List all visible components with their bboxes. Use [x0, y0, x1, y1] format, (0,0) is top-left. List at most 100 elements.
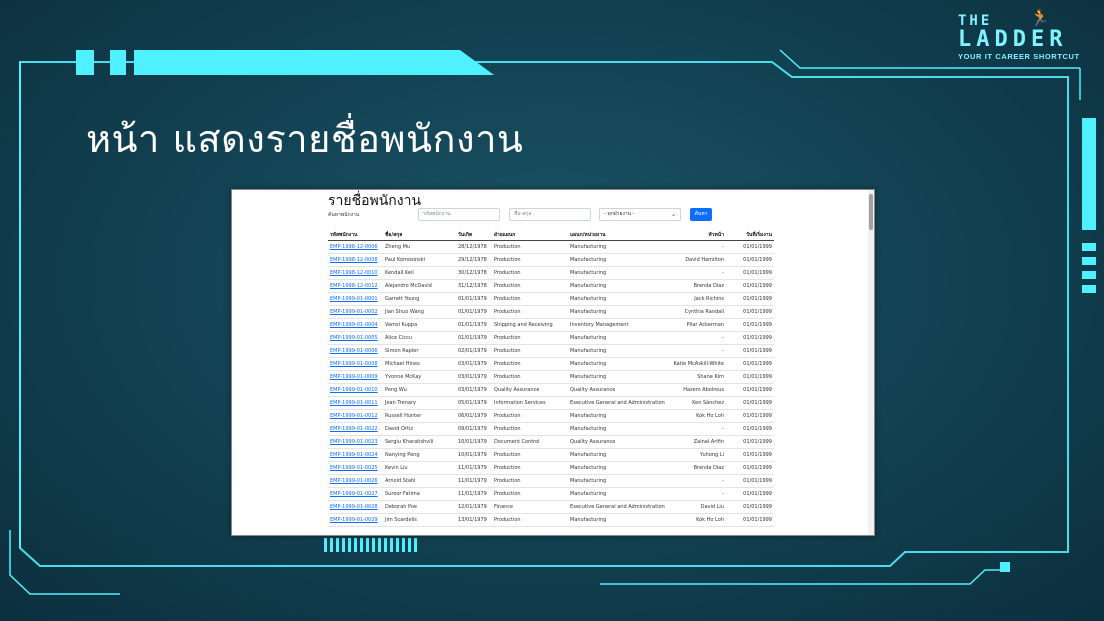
employee-code-link[interactable]: EMP-1999-01-0009 — [328, 370, 383, 384]
table-row: EMP-1999-01-0027 Suroor Fatima 11/01/1979 P… — [328, 487, 774, 501]
employee-name: Michael Hines — [383, 357, 456, 371]
start-date: 01/01/1999 — [726, 344, 774, 358]
division: Production — [492, 474, 568, 488]
employee-code-link[interactable]: EMP-1999-01-0024 — [328, 448, 383, 462]
division: Production — [492, 422, 568, 436]
start-date: 01/01/1999 — [726, 487, 774, 501]
page-title: รายชื่อพนักงาน — [328, 193, 422, 209]
employee-name-input[interactable]: ชื่อ-สกุล — [509, 208, 591, 221]
search-button[interactable]: ค้นหา — [690, 208, 712, 221]
employee-code-link[interactable]: EMP-1999-01-0005 — [328, 331, 383, 345]
employee-code-link[interactable]: EMP-1999-01-0004 — [328, 318, 383, 332]
employee-code-link[interactable]: EMP-1999-01-0002 — [328, 305, 383, 319]
table-row: EMP-1999-01-0006 Simon Rapier 02/01/1979 Pr… — [328, 344, 774, 358]
scrollbar-thumb[interactable] — [869, 194, 873, 230]
chevron-down-icon: ⌄ — [670, 211, 676, 218]
employee-code-link[interactable]: EMP-1999-01-0028 — [328, 500, 383, 514]
department: Inventory Management — [568, 318, 668, 332]
employee-code-link[interactable]: EMP-1999-01-0010 — [328, 383, 383, 397]
employee-code-link[interactable]: EMP-1999-01-0001 — [328, 292, 383, 306]
department: Manufacturing — [568, 292, 668, 306]
employee-code-link[interactable]: EMP-1999-01-0008 — [328, 357, 383, 371]
vertical-scrollbar[interactable] — [868, 190, 874, 535]
employee-code-link[interactable]: EMP-1998-12-0010 — [328, 266, 383, 280]
table-row: EMP-1998-12-0010 Kendall Keil 30/12/1978 Pr… — [328, 266, 774, 280]
department: Executive General and Administration — [568, 396, 668, 410]
employee-code-link[interactable]: EMP-1999-01-0012 — [328, 409, 383, 423]
manager: Yuhong Li — [668, 448, 726, 462]
manager: - — [668, 266, 726, 280]
department: Manufacturing — [568, 474, 668, 488]
employee-code-link[interactable]: EMP-1999-01-0011 — [328, 396, 383, 410]
birth-date: 13/01/1979 — [456, 513, 492, 527]
manager: Pilar Ackerman — [668, 318, 726, 332]
division: Production — [492, 253, 568, 267]
division: Document Control — [492, 435, 568, 449]
table-row: EMP-1999-01-0023 Sergiu Kharatishvili 10/0… — [328, 435, 774, 449]
table-row: EMP-1999-01-0022 David Ortiz 09/01/1979 Pro… — [328, 422, 774, 436]
employee-name: Kevin Liu — [383, 461, 456, 475]
department: Manufacturing — [568, 331, 668, 345]
division: Production — [492, 513, 568, 527]
column-header-manager[interactable]: หัวหน้า — [668, 230, 726, 241]
department-select-value: - ทุกฝ่ายงาน - — [604, 211, 635, 217]
start-date: 01/01/1999 — [726, 292, 774, 306]
column-header-division[interactable]: ฝ่ายแผนก — [492, 230, 568, 241]
column-header-department[interactable]: แผนก/หน่วยงาน — [568, 230, 668, 241]
manager: Cynthia Randall — [668, 305, 726, 319]
division: Production — [492, 240, 568, 254]
manager: - — [668, 240, 726, 254]
table-row: EMP-1999-01-0010 Peng Wu 03/01/1979 Quality… — [328, 383, 774, 397]
filter-label: ค้นหาพนักงาน — [328, 212, 360, 218]
start-date: 01/01/1999 — [726, 513, 774, 527]
manager: Kok Ho Loh — [668, 409, 726, 423]
employee-code-input[interactable]: รหัสพนักงาน — [418, 208, 500, 221]
employee-code-link[interactable]: EMP-1999-01-0022 — [328, 422, 383, 436]
start-date: 01/01/1999 — [726, 370, 774, 384]
department-select[interactable]: - ทุกฝ่ายงาน - ⌄ — [599, 208, 681, 221]
birth-date: 01/01/1979 — [456, 292, 492, 306]
start-date: 01/01/1999 — [726, 266, 774, 280]
logo-line-2: LADDER — [958, 27, 1068, 52]
employee-code-link[interactable]: EMP-1998-12-0012 — [328, 279, 383, 293]
manager: Zainal Arifin — [668, 435, 726, 449]
division: Production — [492, 266, 568, 280]
start-date: 01/01/1999 — [726, 240, 774, 254]
column-header-start-date[interactable]: วันที่เริ่มงาน — [726, 230, 774, 241]
employee-name: Alejandro McDavid — [383, 279, 456, 293]
manager: Hazem Abolrous — [668, 383, 726, 397]
the-ladder-logo: 🏃 THE LADDER YOUR IT CAREER SHORTCUT — [958, 8, 1088, 61]
manager: David Liu — [668, 500, 726, 514]
division: Production — [492, 292, 568, 306]
start-date: 01/01/1999 — [726, 435, 774, 449]
birth-date: 01/01/1979 — [456, 305, 492, 319]
employee-code-link[interactable]: EMP-1999-01-0029 — [328, 513, 383, 527]
birth-date: 11/01/1979 — [456, 487, 492, 501]
table-row: EMP-1999-01-0009 Yvonne McKay 03/01/1979 Pr… — [328, 370, 774, 384]
division: Production — [492, 331, 568, 345]
logo-line-1: THE — [958, 13, 993, 29]
employee-code-link[interactable]: EMP-1999-01-0025 — [328, 461, 383, 475]
birth-date: 03/01/1979 — [456, 383, 492, 397]
birth-date: 09/01/1979 — [456, 422, 492, 436]
employee-code-link[interactable]: EMP-1998-12-0006 — [328, 240, 383, 254]
employee-code-link[interactable]: EMP-1999-01-0026 — [328, 474, 383, 488]
column-header-name[interactable]: ชื่อ/สกุล — [383, 230, 456, 241]
employee-name: David Ortiz — [383, 422, 456, 436]
manager: Shane Kim — [668, 370, 726, 384]
birth-date: 28/12/1978 — [456, 240, 492, 254]
table-row: EMP-1998-12-0012 Alejandro McDavid 31/12/1… — [328, 279, 774, 293]
manager: - — [668, 487, 726, 501]
start-date: 01/01/1999 — [726, 422, 774, 436]
table-row: EMP-1999-01-0005 Alice Ciccu 01/01/1979 Pro… — [328, 331, 774, 345]
employee-code-link[interactable]: EMP-1999-01-0006 — [328, 344, 383, 358]
table-row: EMP-1999-01-0011 Jean Trenary 05/01/1979 In… — [328, 396, 774, 410]
manager: Brenda Diaz — [668, 279, 726, 293]
column-header-code[interactable]: รหัสพนักงาน — [328, 230, 383, 241]
department: Manufacturing — [568, 357, 668, 371]
employee-code-link[interactable]: EMP-1998-12-0008 — [328, 253, 383, 267]
column-header-birthdate[interactable]: วันเกิด — [456, 230, 492, 241]
employee-code-link[interactable]: EMP-1999-01-0023 — [328, 435, 383, 449]
employee-code-link[interactable]: EMP-1999-01-0027 — [328, 487, 383, 501]
division: Quality Assurance — [492, 383, 568, 397]
